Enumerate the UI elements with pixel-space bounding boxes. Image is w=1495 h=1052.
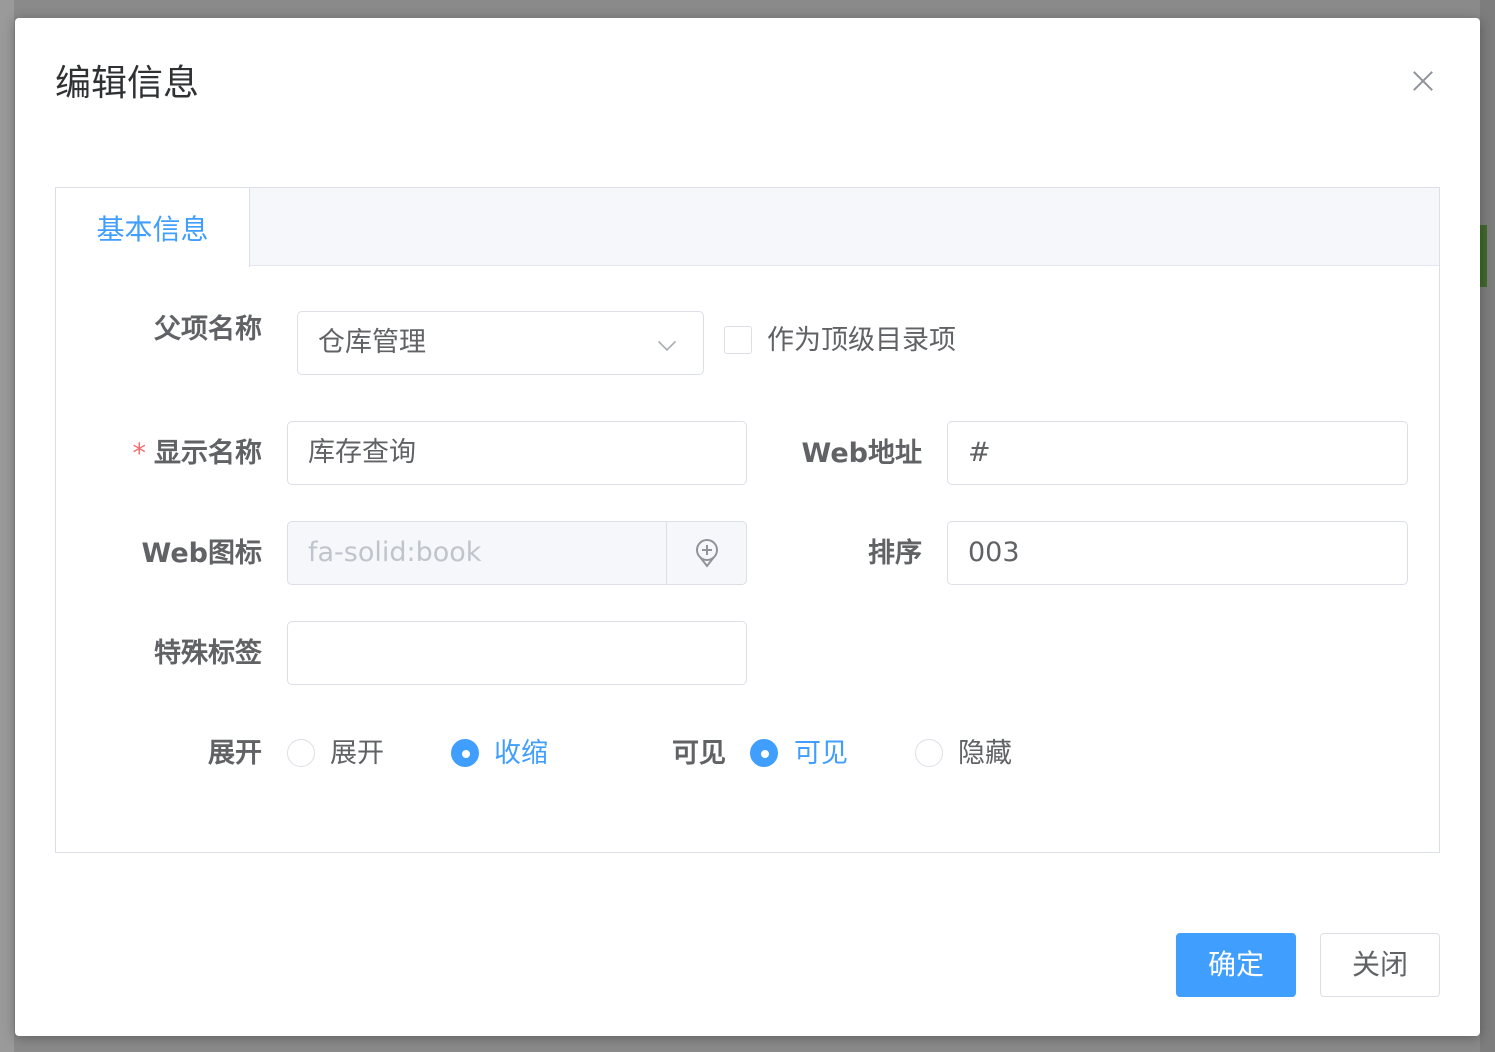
parent-select[interactable]: 仓库管理 <box>297 311 704 375</box>
dialog-title: 编辑信息 <box>55 63 200 104</box>
special-tag-input[interactable] <box>287 621 747 685</box>
confirm-button[interactable]: 确定 <box>1176 933 1296 997</box>
parent-label: 父项名称 <box>154 314 262 345</box>
expand-option-expand-label[interactable]: 展开 <box>330 734 384 774</box>
top-level-label[interactable]: 作为顶级目录项 <box>767 321 956 361</box>
chevron-down-icon <box>657 332 677 352</box>
tabs-header: 基本信息 <box>56 188 1439 267</box>
required-mark: * <box>132 438 147 469</box>
web-icon-label: Web图标 <box>141 538 262 569</box>
expand-option-collapse-label[interactable]: 收缩 <box>494 734 548 774</box>
display-name-label: * 显示名称 <box>96 434 263 474</box>
visible-radio-visible[interactable] <box>750 739 778 767</box>
icon-picker-button[interactable] <box>666 522 746 584</box>
expand-label: 展开 <box>208 738 262 769</box>
web-icon-value: fa-solid:book <box>308 537 482 568</box>
web-url-input[interactable]: # <box>947 421 1408 485</box>
parent-select-value: 仓库管理 <box>318 327 426 358</box>
top-level-checkbox[interactable] <box>724 326 752 354</box>
display-name-input[interactable]: 库存查询 <box>287 421 747 485</box>
visible-option-hidden-label[interactable]: 隐藏 <box>958 734 1012 774</box>
location-pin-icon <box>696 539 718 568</box>
tabs-container: 基本信息 父项名称 仓库管理 作为顶级目录项 * 显示名称 库存查询 Web地址 … <box>55 187 1440 853</box>
web-icon-input: fa-solid:book <box>287 521 747 585</box>
visible-option-visible-label[interactable]: 可见 <box>794 734 848 774</box>
expand-radio-collapse[interactable] <box>451 739 479 767</box>
special-tag-label: 特殊标签 <box>154 638 262 669</box>
close-button[interactable]: 关闭 <box>1320 933 1440 997</box>
expand-radio-expand[interactable] <box>287 739 315 767</box>
visible-label: 可见 <box>672 738 726 769</box>
dialog-header: 编辑信息 <box>55 58 1450 118</box>
background-sidebar <box>0 0 14 1052</box>
tab-basic-info[interactable]: 基本信息 <box>56 188 250 267</box>
background-right-edge <box>1480 0 1495 1052</box>
sort-label: 排序 <box>868 538 922 569</box>
close-icon[interactable] <box>1408 66 1438 96</box>
visible-radio-hidden[interactable] <box>915 739 943 767</box>
background-green-marker <box>1480 225 1487 287</box>
edit-dialog: 编辑信息 基本信息 父项名称 仓库管理 作为顶级目录项 * 显示名称 库存查询 W… <box>15 18 1480 1036</box>
web-url-label: Web地址 <box>801 438 922 469</box>
display-name-label-text: 显示名称 <box>154 438 262 469</box>
sort-input[interactable]: 003 <box>947 521 1408 585</box>
